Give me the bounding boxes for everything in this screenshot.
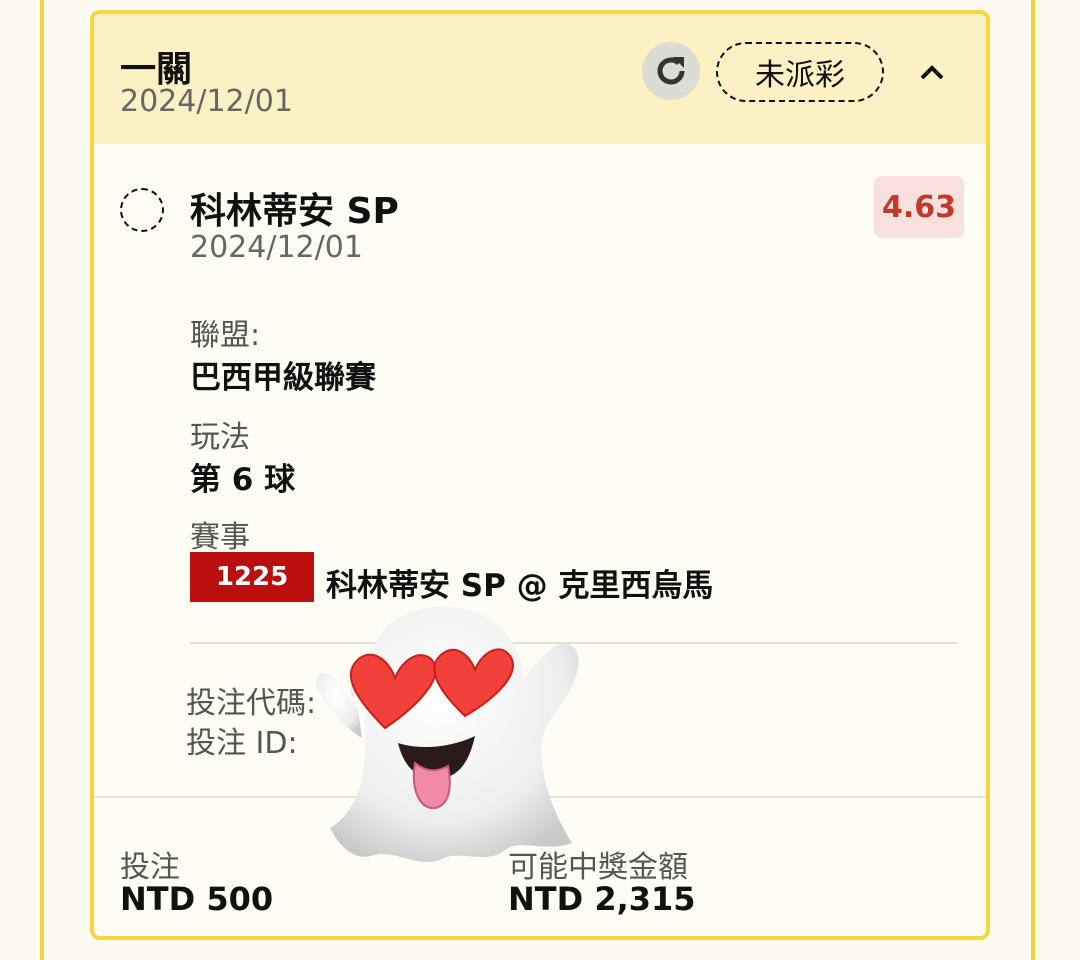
bet-id-label: 投注 ID: [186,726,298,761]
event-label: 賽事 [190,520,250,555]
play-label: 玩法 [190,420,250,455]
league-label: 聯盟: [190,318,261,353]
selection-status-icon [120,188,164,232]
ghost-heart-eyes-sticker [315,606,579,862]
selection-name: 科林蒂安 SP [190,191,399,232]
league-value: 巴西甲級聯賽 [190,360,376,396]
odds-badge: 4.63 [874,176,964,238]
refresh-button[interactable] [642,42,700,100]
settlement-status-badge: 未派彩 [716,42,884,102]
stake-value: NTD 500 [120,880,274,918]
payout-value: NTD 2,315 [508,880,696,918]
chevron-up-icon [920,65,944,80]
collapse-button[interactable] [912,52,952,92]
selection-date: 2024/12/01 [190,230,363,265]
play-value: 第 6 球 [190,462,296,498]
bet-code-label: 投注代碼: [186,686,317,721]
card-header[interactable]: 一關 2024/12/01 未派彩 [94,14,986,144]
event-id-badge: 1225 [190,552,314,602]
bet-date: 2024/12/01 [120,84,293,119]
refresh-icon [657,57,685,85]
